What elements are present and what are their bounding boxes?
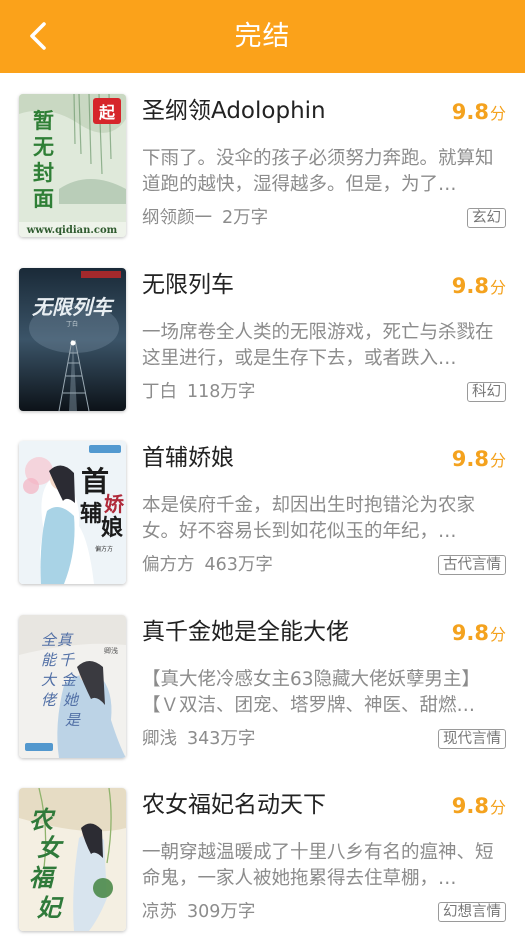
- svg-text:她: 她: [63, 691, 80, 709]
- word-count: 2万字: [222, 208, 269, 228]
- svg-text:佬: 佬: [41, 691, 58, 709]
- svg-text:辅: 辅: [80, 501, 102, 527]
- book-title[interactable]: 农女福妃名动天下: [142, 790, 326, 820]
- book-description: 一场席卷全人类的无限游戏，死亡与杀戮在这里进行，或是生存下去，或者跌入…: [142, 321, 494, 369]
- category-tag: 现代言情: [438, 728, 506, 749]
- score-unit: 分: [489, 277, 506, 297]
- book-meta: 丁白 118万字: [142, 380, 255, 404]
- book-title[interactable]: 首辅娇娘: [142, 443, 234, 473]
- book-item[interactable]: 起 暂 无 封 面 www.qidian.com 圣纲领Adolophin 9.…: [0, 73, 525, 247]
- book-title[interactable]: 无限列车: [142, 270, 234, 300]
- svg-text:能: 能: [41, 651, 58, 669]
- book-description: 本是侯府千金，却因出生时抱错沦为农家女。好不容易长到如花似玉的年纪，…: [142, 495, 476, 542]
- svg-text:娘: 娘: [101, 515, 123, 541]
- svg-text:大: 大: [41, 671, 58, 689]
- svg-text:农: 农: [29, 805, 56, 834]
- book-meta: 凉苏 309万字: [142, 900, 255, 924]
- svg-text:福: 福: [29, 863, 57, 892]
- svg-text:是: 是: [65, 711, 81, 729]
- svg-text:面: 面: [33, 186, 54, 211]
- book-item[interactable]: 农 女 福 妃 农女福妃名动天下 9.8分 一朝穿越温暖成了十里八乡有名的瘟神、…: [0, 767, 525, 941]
- svg-text:www.qidian.com: www.qidian.com: [26, 225, 118, 236]
- category-tag: 幻想言情: [438, 902, 506, 922]
- word-count: 118万字: [187, 381, 256, 402]
- score-value: 9.8: [451, 620, 489, 645]
- score-badge: 9.8分: [452, 619, 506, 649]
- book-item[interactable]: 无限列车 丁白 无限列车 9.8分 一场席卷全人类的无限游戏，死亡与杀戮在这里进…: [0, 247, 525, 421]
- book-meta: 偏方方 463万字: [142, 553, 273, 577]
- score-unit: 分: [489, 624, 506, 644]
- score-unit: 分: [489, 798, 506, 817]
- book-title[interactable]: 圣纲领Adolophin: [142, 96, 326, 126]
- book-description: 一朝穿越温暖成了十里八乡有名的瘟神、短命鬼，一家人被她拖累得去住草棚，…: [142, 842, 494, 889]
- svg-text:无: 无: [33, 134, 54, 159]
- book-description: 【真大佬冷感女主63隐藏大佬妖孽男主】【Ｖ双洁、团宠、塔罗牌、神医、甜燃…: [142, 668, 481, 716]
- score-badge: 9.8分: [452, 792, 506, 822]
- cover-image: 首 辅 娇 娘 偏方方: [19, 441, 126, 584]
- score-badge: 9.8分: [452, 272, 506, 302]
- category-tag: 科幻: [467, 381, 506, 402]
- svg-text:妃: 妃: [37, 893, 64, 922]
- svg-text:娇: 娇: [104, 492, 125, 516]
- book-cover[interactable]: 全 真 能 千 大 金 佬 她 是 卿浅: [19, 614, 126, 758]
- book-meta: 纲领颜一 2万字: [142, 206, 268, 230]
- svg-text:丁白: 丁白: [66, 320, 78, 328]
- category-tag: 玄幻: [467, 208, 506, 228]
- word-count: 343万字: [187, 728, 256, 749]
- svg-text:千: 千: [59, 651, 75, 669]
- score-value: 9.8: [451, 100, 489, 124]
- cover-image: 全 真 能 千 大 金 佬 她 是 卿浅: [19, 614, 126, 758]
- score-unit: 分: [489, 104, 506, 123]
- score-unit: 分: [489, 451, 506, 470]
- svg-text:封: 封: [33, 160, 54, 185]
- svg-text:女: 女: [37, 833, 64, 862]
- svg-text:金: 金: [61, 671, 78, 689]
- svg-text:无限列车: 无限列车: [32, 295, 115, 319]
- book-cover[interactable]: 起 暂 无 封 面 www.qidian.com: [19, 94, 126, 237]
- author-name: 卿浅: [142, 728, 177, 749]
- svg-text:起: 起: [98, 103, 116, 122]
- book-meta: 卿浅 343万字: [142, 727, 255, 751]
- book-description: 下雨了。没伞的孩子必须努力奔跑。就算知道跑的越快，湿得越多。但是，为了…: [142, 148, 494, 195]
- score-badge: 9.8分: [452, 445, 506, 475]
- svg-text:偏方方: 偏方方: [95, 545, 113, 553]
- cover-image: 无限列车 丁白: [19, 267, 126, 411]
- word-count: 463万字: [204, 555, 273, 575]
- book-cover[interactable]: 首 辅 娇 娘 偏方方: [19, 441, 126, 584]
- word-count: 309万字: [187, 902, 256, 922]
- author-name: 偏方方: [142, 555, 195, 575]
- book-title[interactable]: 真千金她是全能大佬: [142, 617, 349, 647]
- book-list: 起 暂 无 封 面 www.qidian.com 圣纲领Adolophin 9.…: [0, 73, 525, 941]
- category-tag: 古代言情: [438, 555, 506, 575]
- score-badge: 9.8分: [452, 98, 506, 128]
- book-item[interactable]: 全 真 能 千 大 金 佬 她 是 卿浅 真千金她是全能大佬 9.8分 【真大佬…: [0, 594, 525, 768]
- score-value: 9.8: [451, 447, 489, 471]
- author-name: 凉苏: [142, 902, 177, 922]
- cover-image: 起 暂 无 封 面 www.qidian.com: [19, 94, 126, 237]
- score-value: 9.8: [451, 794, 489, 818]
- book-cover[interactable]: 无限列车 丁白: [19, 267, 126, 411]
- svg-text:暂: 暂: [33, 108, 54, 133]
- author-name: 纲领颜一: [142, 208, 212, 228]
- page-title: 完结: [234, 21, 291, 52]
- score-value: 9.8: [451, 273, 489, 298]
- author-name: 丁白: [142, 381, 177, 402]
- svg-text:真: 真: [57, 631, 74, 649]
- svg-text:卿浅: 卿浅: [104, 646, 118, 655]
- book-item[interactable]: 首 辅 娇 娘 偏方方 首辅娇娘 9.8分 本是侯府千金，却因出生时抱错沦为农家…: [0, 420, 525, 594]
- svg-text:全: 全: [41, 631, 58, 649]
- top-bar: 完结: [0, 0, 525, 73]
